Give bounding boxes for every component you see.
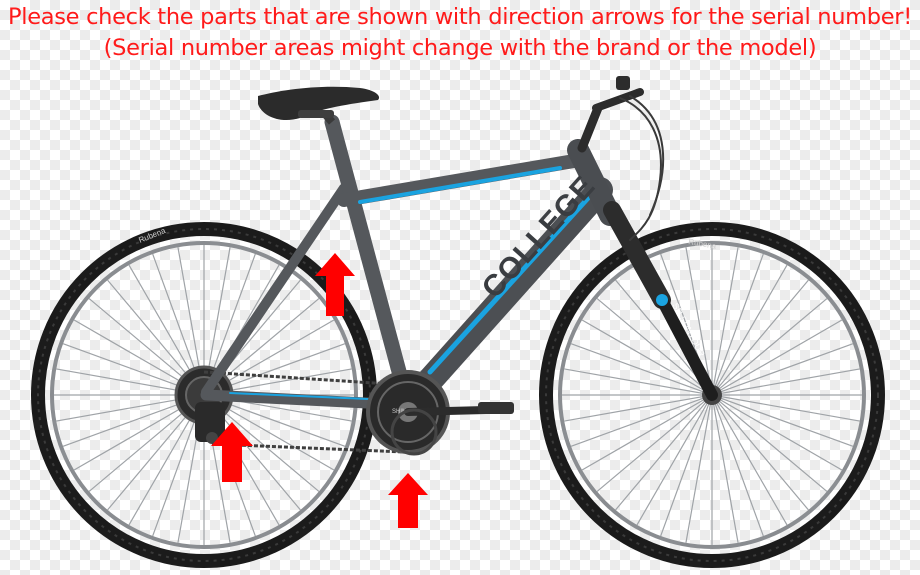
- bottom-bracket-arrow: [388, 473, 428, 528]
- bicycle-illustration: Rubena Rubena COLLEGE SR SUNTOUR: [31, 76, 885, 568]
- front-tire-brand: Rubena: [688, 237, 718, 251]
- saddle: [258, 86, 380, 125]
